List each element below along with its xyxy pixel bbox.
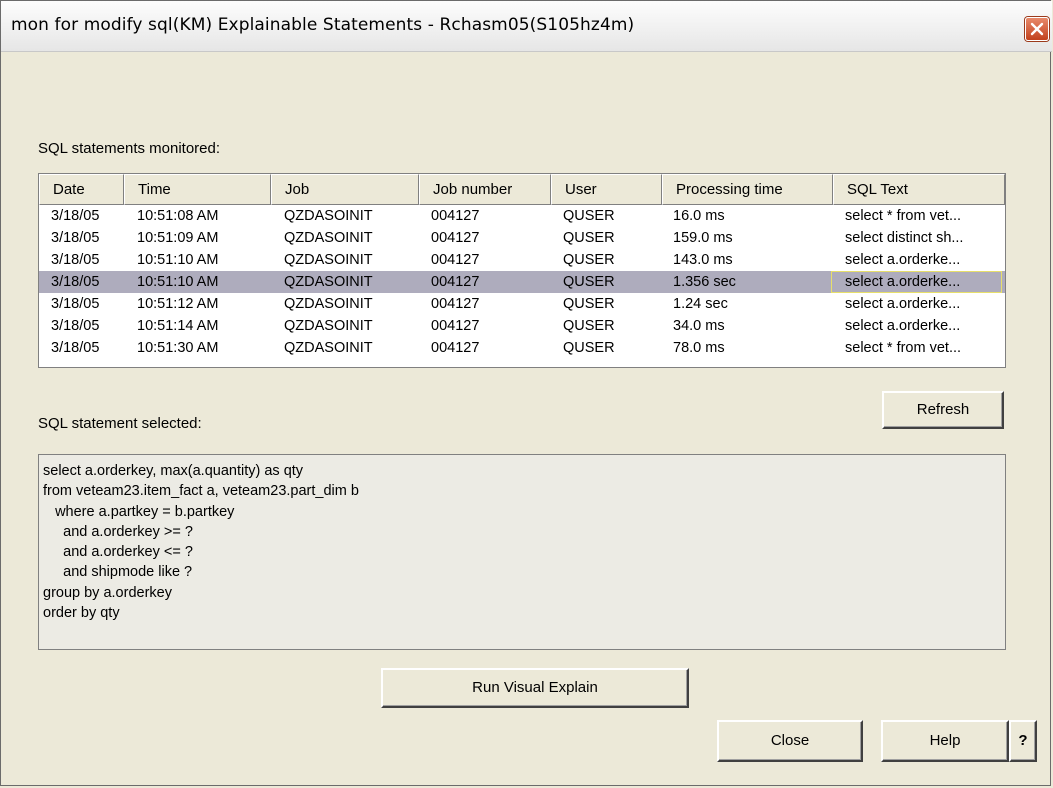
cell-time: 10:51:14 AM <box>137 318 219 334</box>
selected-statement-text[interactable]: select a.orderkey, max(a.quantity) as qt… <box>38 454 1006 650</box>
cell-sql-text: select a.orderke... <box>845 296 961 312</box>
cell-sql-text: select * from vet... <box>845 208 962 224</box>
close-icon <box>1030 22 1044 36</box>
cell-job-number: 004127 <box>431 230 480 246</box>
cell-date: 3/18/05 <box>51 230 100 246</box>
cell-user: QUSER <box>563 208 615 224</box>
cell-job: QZDASOINIT <box>284 230 373 246</box>
table-row[interactable]: 3/18/05 10:51:10 AM QZDASOINIT 004127 QUSER 1… <box>39 271 1005 293</box>
cell-time: 10:51:10 AM <box>137 274 219 290</box>
table-row[interactable]: 3/18/05 10:51:14 AM QZDASOINIT 004127 QUSER 3… <box>39 315 1005 337</box>
cell-user: QUSER <box>563 296 615 312</box>
cell-time: 10:51:09 AM <box>137 230 219 246</box>
cell-sql-text: select * from vet... <box>845 340 962 356</box>
selected-label: SQL statement selected: <box>38 415 202 432</box>
cell-date: 3/18/05 <box>51 252 100 268</box>
statement-line: and a.orderkey >= ? <box>43 523 193 540</box>
cell-job: QZDASOINIT <box>284 208 373 224</box>
statement-line: select a.orderkey, max(a.quantity) as qt… <box>43 463 304 479</box>
cell-job-number: 004127 <box>431 252 480 268</box>
statement-line: from veteam23.item_fact a, veteam23.part… <box>43 483 359 500</box>
title-bar[interactable]: mon for modify sql(KM) Explainable State… <box>1 1 1052 52</box>
window-title: mon for modify sql(KM) Explainable State… <box>11 15 635 35</box>
cell-job: QZDASOINIT <box>284 296 373 312</box>
cell-processing-time: 16.0 ms <box>673 208 725 224</box>
context-help-button[interactable]: ? <box>1009 720 1037 762</box>
cell-job-number: 004127 <box>431 208 480 224</box>
cell-processing-time: 1.24 sec <box>673 296 728 312</box>
run-visual-explain-button[interactable]: Run Visual Explain <box>381 668 689 708</box>
cell-job: QZDASOINIT <box>284 340 373 356</box>
cell-sql-text: select a.orderke... <box>845 318 961 334</box>
cell-user: QUSER <box>563 340 615 356</box>
table-row[interactable]: 3/18/05 10:51:09 AM QZDASOINIT 004127 QUSER 1… <box>39 227 1005 249</box>
cell-user: QUSER <box>563 274 615 290</box>
column-header-processing-time[interactable]: Processing time <box>662 174 833 205</box>
monitored-label: SQL statements monitored: <box>38 140 221 157</box>
table-body: 3/18/05 10:51:08 AM QZDASOINIT 004127 QUSER 1… <box>39 205 1005 367</box>
cell-date: 3/18/05 <box>51 296 100 312</box>
cell-sql-text: select distinct sh... <box>845 230 964 246</box>
cell-date: 3/18/05 <box>51 274 100 290</box>
table-row[interactable]: 3/18/05 10:51:30 AM QZDASOINIT 004127 QUSER 7… <box>39 337 1005 359</box>
cell-time: 10:51:10 AM <box>137 252 219 268</box>
explainable-statements-dialog: mon for modify sql(KM) Explainable State… <box>0 0 1052 786</box>
table-header: Date Time Job Job number User Processing… <box>39 174 1005 205</box>
cell-job: QZDASOINIT <box>284 252 373 268</box>
cell-job-number: 004127 <box>431 318 480 334</box>
column-header-time[interactable]: Time <box>124 174 271 205</box>
column-header-job-number[interactable]: Job number <box>419 174 551 205</box>
cell-job: QZDASOINIT <box>284 274 373 290</box>
cell-job-number: 004127 <box>431 296 480 312</box>
cell-user: QUSER <box>563 318 615 334</box>
refresh-button[interactable]: Refresh <box>882 391 1004 429</box>
window-close-button[interactable] <box>1025 17 1049 41</box>
cell-time: 10:51:30 AM <box>137 340 219 356</box>
cell-user: QUSER <box>563 230 615 246</box>
column-header-date[interactable]: Date <box>39 174 124 205</box>
cell-processing-time: 1.356 sec <box>673 274 736 290</box>
cell-job-number: 004127 <box>431 274 480 290</box>
cell-processing-time: 78.0 ms <box>673 340 725 356</box>
cell-date: 3/18/05 <box>51 318 100 334</box>
table-row[interactable]: 3/18/05 10:51:10 AM QZDASOINIT 004127 QUSER 1… <box>39 249 1005 271</box>
cell-user: QUSER <box>563 252 615 268</box>
cell-job: QZDASOINIT <box>284 318 373 334</box>
column-header-job[interactable]: Job <box>271 174 419 205</box>
cell-time: 10:51:08 AM <box>137 208 219 224</box>
cell-date: 3/18/05 <box>51 208 100 224</box>
cell-processing-time: 159.0 ms <box>673 230 733 246</box>
column-header-user[interactable]: User <box>551 174 662 205</box>
statement-line: and shipmode like ? <box>43 564 193 581</box>
table-row[interactable]: 3/18/05 10:51:12 AM QZDASOINIT 004127 QUSER 1… <box>39 293 1005 315</box>
column-header-sql-text[interactable]: SQL Text <box>833 174 1005 205</box>
statement-line: order by qty <box>43 605 120 622</box>
cell-processing-time: 143.0 ms <box>673 252 733 268</box>
cell-sql-text: select a.orderke... <box>845 252 961 268</box>
cell-processing-time: 34.0 ms <box>673 318 725 334</box>
table-row[interactable]: 3/18/05 10:51:08 AM QZDASOINIT 004127 QUSER 1… <box>39 205 1005 227</box>
statement-line: group by a.orderkey <box>43 584 172 601</box>
cell-time: 10:51:12 AM <box>137 296 219 312</box>
close-button[interactable]: Close <box>717 720 863 762</box>
focused-cell-outline <box>831 271 1002 293</box>
cell-date: 3/18/05 <box>51 340 100 356</box>
statements-table: Date Time Job Job number User Processing… <box>38 173 1006 368</box>
statement-line: and a.orderkey <= ? <box>43 544 193 561</box>
statement-line: where a.partkey = b.partkey <box>43 503 235 520</box>
cell-job-number: 004127 <box>431 340 480 356</box>
help-button[interactable]: Help <box>881 720 1009 762</box>
